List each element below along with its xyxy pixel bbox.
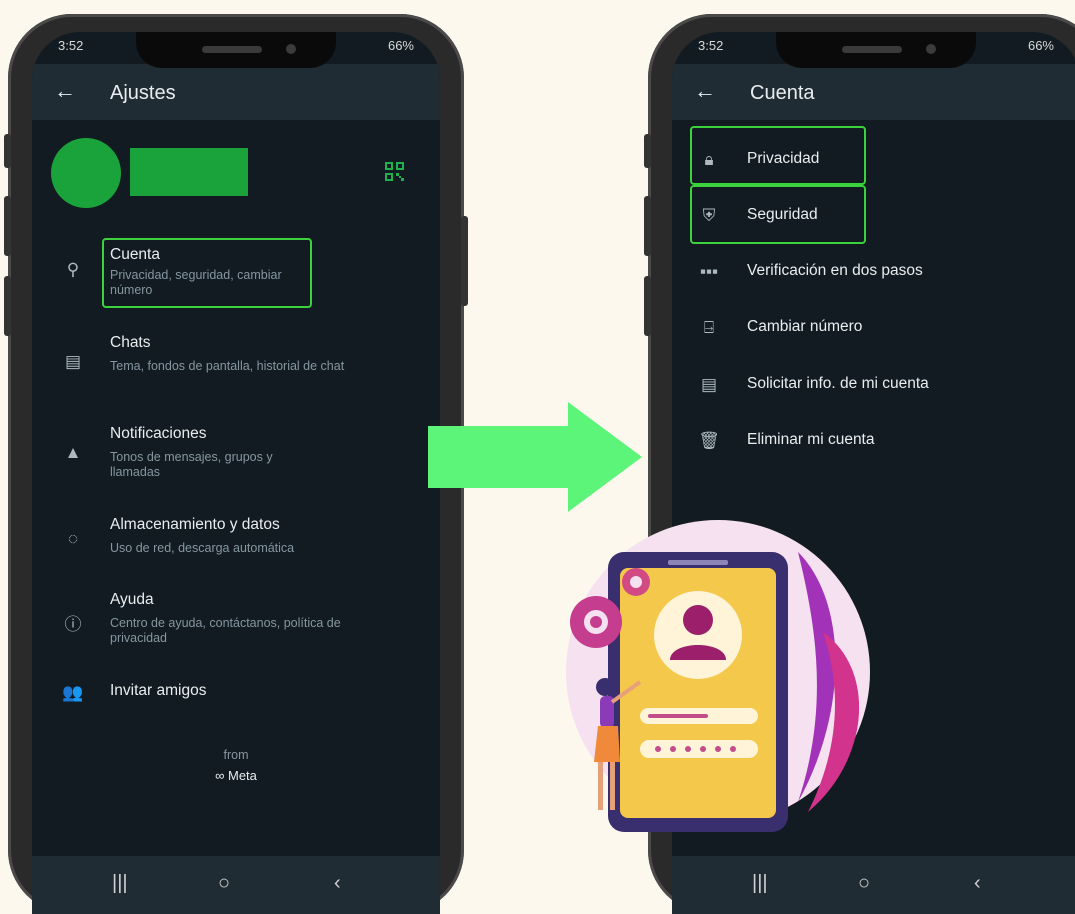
side-button [461,216,468,306]
storage-icon: ◌ [67,529,79,548]
status-time: 3:52 [58,38,84,53]
help-icon: ⓘ [64,615,82,634]
page-title: Cuenta [750,82,815,104]
menu-item-subtitle: Tonos de mensajes, grupos y llamadas [110,450,273,479]
side-button [644,196,651,256]
side-button [644,276,651,336]
chat-icon: ▤ [64,352,82,371]
menu-item-subtitle: Centro de ayuda, contáctanos, política d… [110,616,341,645]
home-button[interactable]: ○ [858,872,870,895]
right-arrow-graphic [428,402,642,512]
meta-logo: ∞ Meta [215,768,257,783]
app-bar: ← Cuenta [672,64,1075,120]
side-button [4,134,11,168]
side-button [4,276,11,336]
gear-icon [570,596,622,648]
profile-name-block[interactable] [130,148,248,196]
menu-item-label: Verificación en dos pasos [747,262,923,279]
page-title: Ajustes [110,82,176,104]
menu-item-label: Notificaciones [110,425,207,442]
document-icon: ▤ [700,375,718,394]
android-nav-bar: ||| ○ ‹ [672,856,1075,914]
back-arrow-icon[interactable]: ← [694,78,716,104]
left-screen: 3:52 66% ← Ajustes ⚲ Cuenta Privacidad, … [32,32,440,914]
nav-back-button[interactable]: ‹ [334,872,341,895]
sim-change-icon: ⍈ [703,318,715,337]
recent-apps-button[interactable]: ||| [112,872,128,895]
side-button [4,196,11,256]
highlight-box-privacidad [690,126,866,185]
menu-item-label: Cambiar número [747,318,863,335]
notch [776,32,976,68]
side-button [644,134,651,168]
key-icon: ⚲ [66,260,80,279]
dots-icon: ▪▪▪ [699,262,719,281]
home-button[interactable]: ○ [218,872,230,895]
nav-back-button[interactable]: ‹ [974,872,981,895]
recent-apps-button[interactable]: ||| [752,872,768,895]
people-icon: 👥 [62,683,84,702]
menu-item-label: Ayuda [110,591,154,608]
status-battery: 66% [1027,38,1054,53]
notch [136,32,336,68]
back-arrow-icon[interactable]: ← [54,78,76,104]
android-nav-bar: ||| ○ ‹ [32,856,440,914]
status-time: 3:52 [698,38,724,53]
menu-item-label: Solicitar info. de mi cuenta [747,375,929,392]
menu-item-subtitle: Uso de red, descarga automática [110,541,295,555]
bell-icon: ▲ [64,443,82,462]
menu-item-label: Eliminar mi cuenta [747,431,875,448]
highlight-box-seguridad [690,185,866,244]
footer-from: from [223,748,249,762]
app-bar: ← Ajustes [32,64,440,120]
account-security-illustration [566,520,870,832]
left-phone: 3:52 66% ← Ajustes ⚲ Cuenta Privacidad, … [4,14,468,914]
menu-item-label: Invitar amigos [110,682,207,699]
menu-item-subtitle: Tema, fondos de pantalla, historial de c… [110,359,345,373]
avatar[interactable] [51,138,121,208]
qr-code-icon[interactable] [385,162,404,181]
trash-icon: 🗑︎ [698,431,720,450]
menu-item-label: Chats [110,334,151,351]
menu-item-label: Almacenamiento y datos [110,516,280,533]
highlight-box-cuenta [102,238,312,308]
status-battery: 66% [387,38,414,53]
